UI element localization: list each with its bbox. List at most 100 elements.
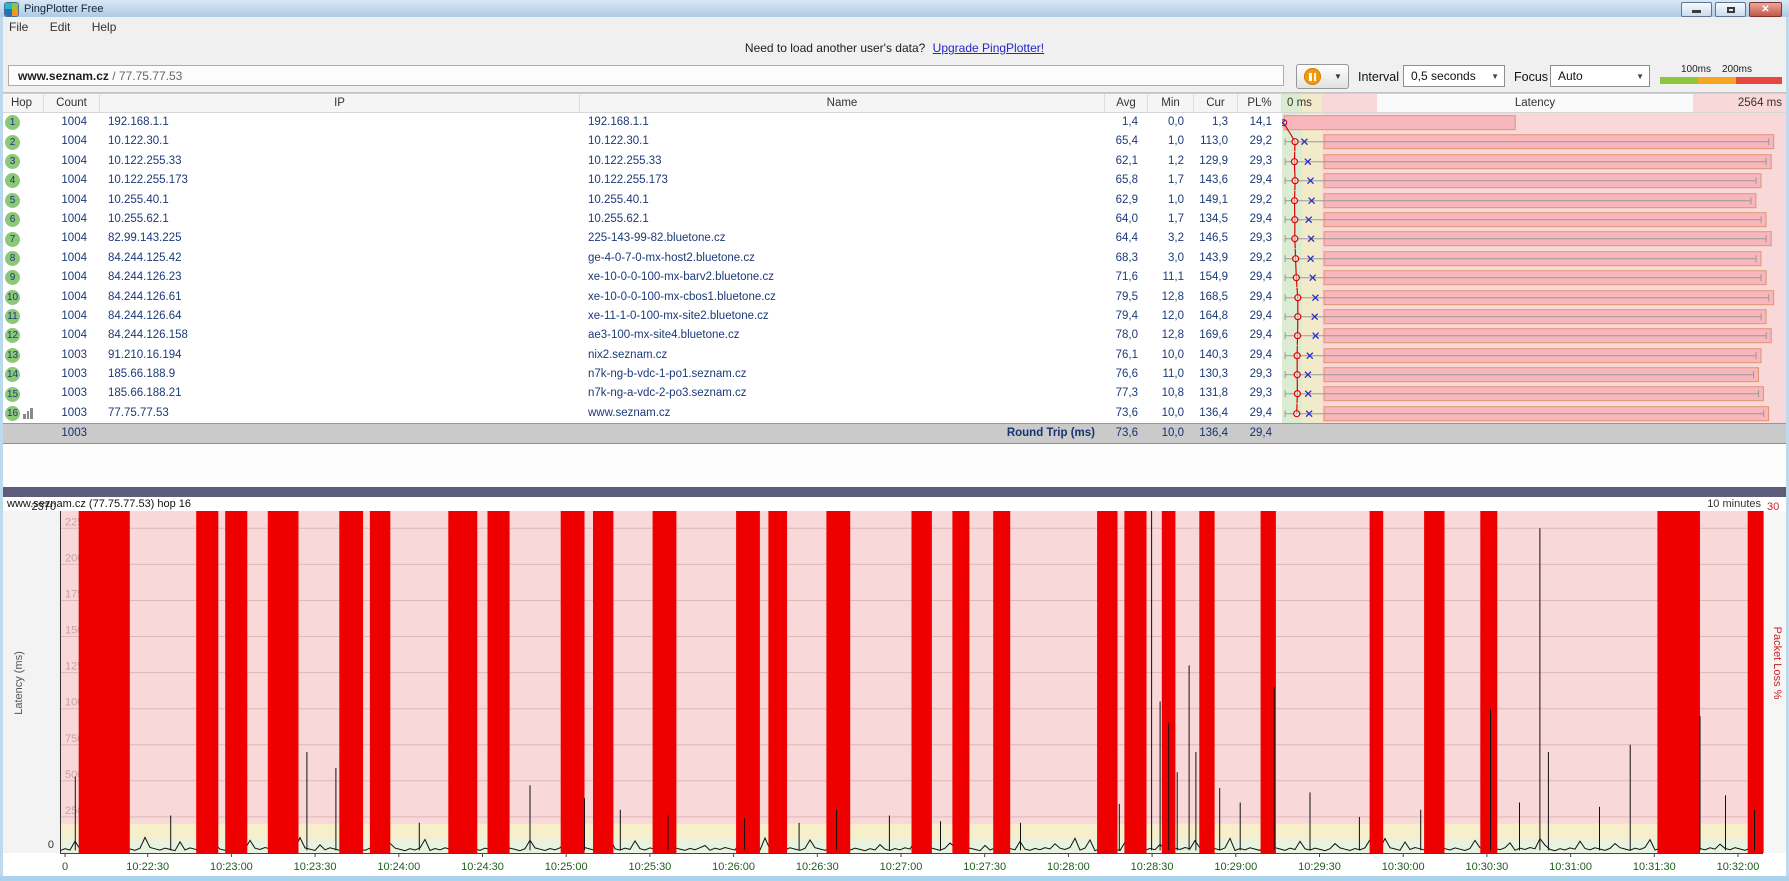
hop-cur: 143,9 [1194, 249, 1238, 268]
hop-latency-graph [1282, 326, 1789, 345]
hop-row[interactable]: 9100484.244.126.23xe-10-0-0-100-mx-barv2… [0, 268, 1789, 287]
hop-row[interactable]: 151003185.66.188.21n7k-ng-a-vdc-2-po3.se… [0, 384, 1789, 403]
svg-text:10:31:00: 10:31:00 [1549, 861, 1592, 873]
hop-ip: 84.244.125.42 [100, 249, 580, 268]
hop-cur: 131,8 [1194, 384, 1238, 403]
header-name[interactable]: Name [580, 94, 1105, 112]
title-bar: PingPlotter Free ✕ [0, 0, 1789, 17]
hop-row[interactable]: 4100410.122.255.17310.122.255.17365,81,7… [0, 171, 1789, 190]
round-trip-avg: 73,6 [1105, 424, 1148, 443]
interval-select[interactable]: 0,5 seconds▼ [1403, 65, 1505, 87]
svg-text:10:23:30: 10:23:30 [294, 861, 337, 873]
hop-min: 11,1 [1148, 268, 1194, 287]
header-cur[interactable]: Cur [1194, 94, 1238, 112]
hop-count: 1004 [44, 171, 100, 190]
header-count[interactable]: Count [44, 94, 100, 112]
svg-text:10:27:00: 10:27:00 [880, 861, 923, 873]
hop-name: ae3-100-mx-site4.bluetone.cz [580, 326, 1105, 345]
hop-min: 1,7 [1148, 171, 1194, 190]
hop-number-badge: 8 [5, 251, 20, 266]
hop-row[interactable]: 141003185.66.188.9n7k-ng-b-vdc-1-po1.sez… [0, 365, 1789, 384]
hop-row[interactable]: 13100391.210.16.194nix2.seznam.cz76,110,… [0, 346, 1789, 365]
hop-row[interactable]: 12100484.244.126.158ae3-100-mx-site4.blu… [0, 326, 1789, 345]
app-icon [4, 2, 19, 17]
hop-pl: 29,4 [1238, 404, 1282, 423]
close-button[interactable]: ✕ [1749, 2, 1782, 17]
hop-latency-graph [1282, 307, 1789, 326]
chevron-down-icon: ▼ [1636, 66, 1644, 88]
hop-min: 10,0 [1148, 404, 1194, 423]
hop-name: 192.168.1.1 [580, 113, 1105, 132]
hop-row[interactable]: 8100484.244.125.42ge-4-0-7-0-mx-host2.bl… [0, 249, 1789, 268]
hop-avg: 1,4 [1105, 113, 1148, 132]
menu-help[interactable]: Help [83, 17, 126, 37]
header-hop[interactable]: Hop [0, 94, 44, 112]
header-avg[interactable]: Avg [1105, 94, 1148, 112]
hop-number-cell: 7 [0, 229, 44, 248]
header-ip[interactable]: IP [100, 94, 580, 112]
hop-row[interactable]: 11004192.168.1.1192.168.1.11,40,01,314,1 [0, 113, 1789, 132]
header-latency[interactable]: 0 ms Latency 2564 ms [1282, 94, 1789, 112]
pause-button[interactable] [1296, 64, 1329, 89]
focus-select[interactable]: Auto▼ [1550, 65, 1650, 87]
hop-name: ge-4-0-7-0-mx-host2.bluetone.cz [580, 249, 1105, 268]
target-ip: / 77.75.77.53 [109, 69, 182, 83]
time-graph-plot[interactable]: 2250 ms2000 ms1750 ms1500 ms1250 ms1000 … [60, 511, 1763, 853]
panel-splitter[interactable] [0, 487, 1789, 497]
minimize-button[interactable] [1681, 2, 1712, 17]
hop-row[interactable]: 7100482.99.143.225225-143-99-82.bluetone… [0, 229, 1789, 248]
hop-min: 3,2 [1148, 229, 1194, 248]
hop-avg: 71,6 [1105, 268, 1148, 287]
hop-row[interactable]: 2100410.122.30.110.122.30.165,41,0113,02… [0, 132, 1789, 151]
svg-text:10:23:00: 10:23:00 [210, 861, 253, 873]
hop-name: xe-10-0-0-100-mx-cbos1.bluetone.cz [580, 288, 1105, 307]
maximize-button[interactable] [1715, 2, 1746, 17]
svg-text:0: 0 [62, 861, 68, 873]
hop-name: 10.122.30.1 [580, 132, 1105, 151]
hop-min: 3,0 [1148, 249, 1194, 268]
y-axis-max-label: 2370 [0, 501, 56, 513]
hop-count: 1004 [44, 326, 100, 345]
hop-row[interactable]: 16100377.75.77.53www.seznam.cz73,610,013… [0, 404, 1789, 423]
legend-100ms-label: 100ms [1681, 64, 1711, 75]
hop-latency-graph [1282, 229, 1789, 248]
target-host-input[interactable]: www.seznam.cz / 77.75.77.53 [8, 65, 1284, 86]
hop-row[interactable]: 6100410.255.62.110.255.62.164,01,7134,52… [0, 210, 1789, 229]
menu-edit[interactable]: Edit [41, 17, 80, 37]
hop-name: 10.122.255.173 [580, 171, 1105, 190]
latency-header-title: Latency [1515, 97, 1555, 109]
interval-value: 0,5 seconds [1411, 69, 1476, 83]
hop-pl: 29,4 [1238, 346, 1282, 365]
maximize-icon [1727, 7, 1735, 13]
pause-dropdown-arrow[interactable]: ▼ [1328, 64, 1349, 89]
hop-row[interactable]: 3100410.122.255.3310.122.255.3362,11,212… [0, 152, 1789, 171]
hop-count: 1004 [44, 132, 100, 151]
svg-text:10:30:00: 10:30:00 [1382, 861, 1425, 873]
svg-text:10:27:30: 10:27:30 [963, 861, 1006, 873]
graph-time-span: 10 minutes [1707, 498, 1761, 510]
hop-row[interactable]: 5100410.255.40.110.255.40.162,91,0149,12… [0, 191, 1789, 210]
hop-min: 1,2 [1148, 152, 1194, 171]
upgrade-link[interactable]: Upgrade PingPlotter! [933, 41, 1044, 55]
upgrade-banner: Need to load another user's data? Upgrad… [0, 38, 1789, 60]
hop-number-badge: 5 [5, 193, 20, 208]
hop-name: n7k-ng-b-vdc-1-po1.seznam.cz [580, 365, 1105, 384]
hop-avg: 62,1 [1105, 152, 1148, 171]
packet-loss-max-label: 30 [1767, 501, 1779, 513]
hop-ip: 84.244.126.23 [100, 268, 580, 287]
menu-file[interactable]: File [0, 17, 37, 37]
round-trip-min: 10,0 [1148, 424, 1194, 443]
hop-cur: 134,5 [1194, 210, 1238, 229]
header-pl[interactable]: PL% [1238, 94, 1282, 112]
pause-icon [1304, 68, 1321, 85]
hop-name: 10.255.40.1 [580, 191, 1105, 210]
hop-row[interactable]: 10100484.244.126.61xe-10-0-0-100-mx-cbos… [0, 288, 1789, 307]
hop-row[interactable]: 11100484.244.126.64xe-11-1-0-100-mx-site… [0, 307, 1789, 326]
hop-number-badge: 12 [5, 328, 20, 343]
hop-avg: 79,4 [1105, 307, 1148, 326]
header-min[interactable]: Min [1148, 94, 1194, 112]
hop-number-badge: 3 [5, 154, 20, 169]
minimize-icon [1692, 10, 1701, 13]
hop-avg: 65,8 [1105, 171, 1148, 190]
hop-latency-graph [1282, 249, 1789, 268]
